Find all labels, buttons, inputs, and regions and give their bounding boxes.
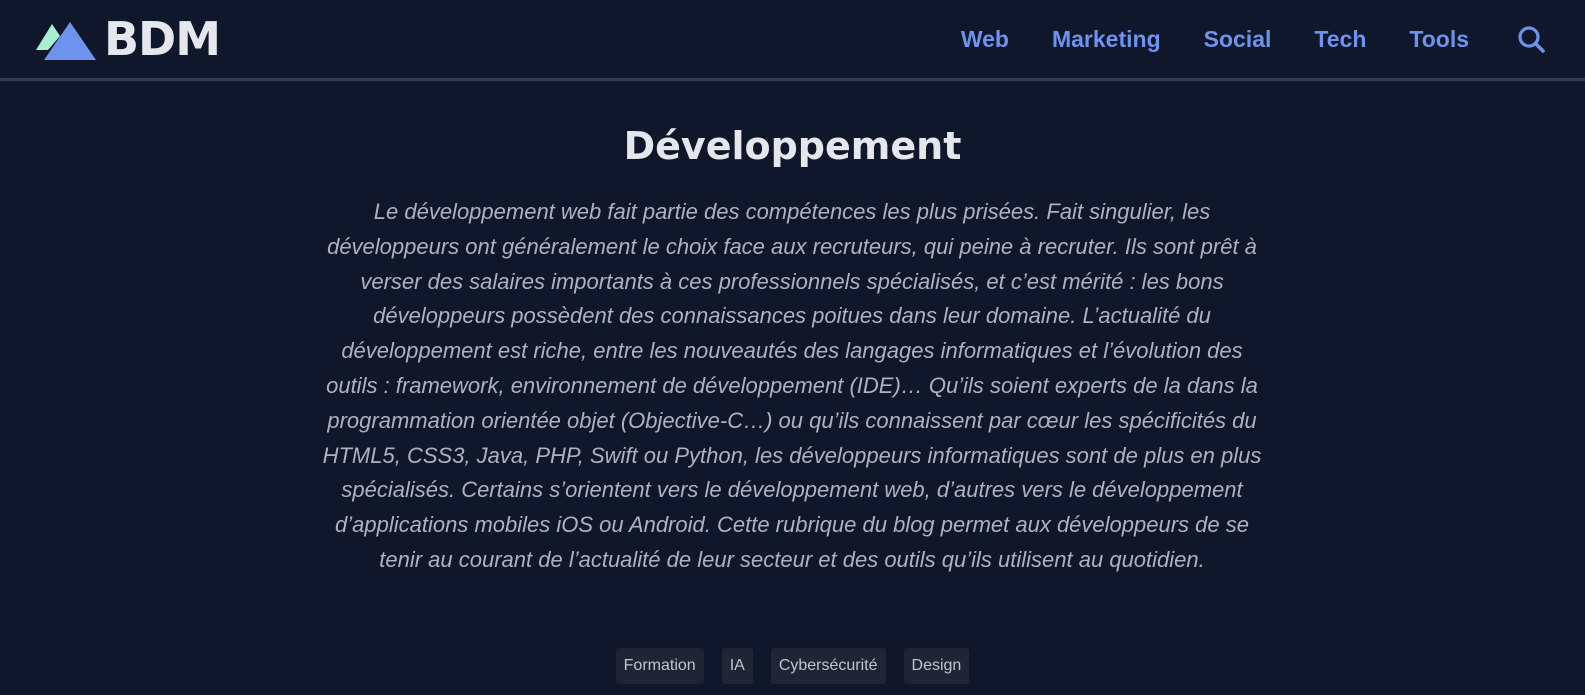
tag-formation[interactable]: Formation xyxy=(615,648,704,684)
site-logo[interactable]: BDM xyxy=(36,12,221,66)
brand-name: BDM xyxy=(104,12,221,66)
tag-design[interactable]: Design xyxy=(903,648,970,684)
search-icon xyxy=(1518,26,1545,53)
bdm-triangles-logo-icon xyxy=(36,22,96,60)
nav-item-social[interactable]: Social xyxy=(1204,22,1272,56)
tag-list: Formation IA Cybersécurité Design xyxy=(0,648,1585,684)
site-header: BDM Web Marketing Social Tech Tools xyxy=(0,0,1585,81)
nav-item-marketing[interactable]: Marketing xyxy=(1052,22,1161,56)
nav-item-web[interactable]: Web xyxy=(961,22,1009,56)
category-description: Le développement web fait partie des com… xyxy=(322,199,1262,572)
search-button[interactable] xyxy=(1516,24,1548,56)
tag-ia[interactable]: IA xyxy=(721,648,753,684)
tag-cybersecurite[interactable]: Cybersécurité xyxy=(770,648,886,684)
nav-item-tech[interactable]: Tech xyxy=(1314,22,1366,56)
nav-item-tools[interactable]: Tools xyxy=(1409,22,1469,56)
page-title: Développement xyxy=(623,124,962,168)
main-nav: Web Marketing Social Tech Tools xyxy=(918,22,1469,56)
